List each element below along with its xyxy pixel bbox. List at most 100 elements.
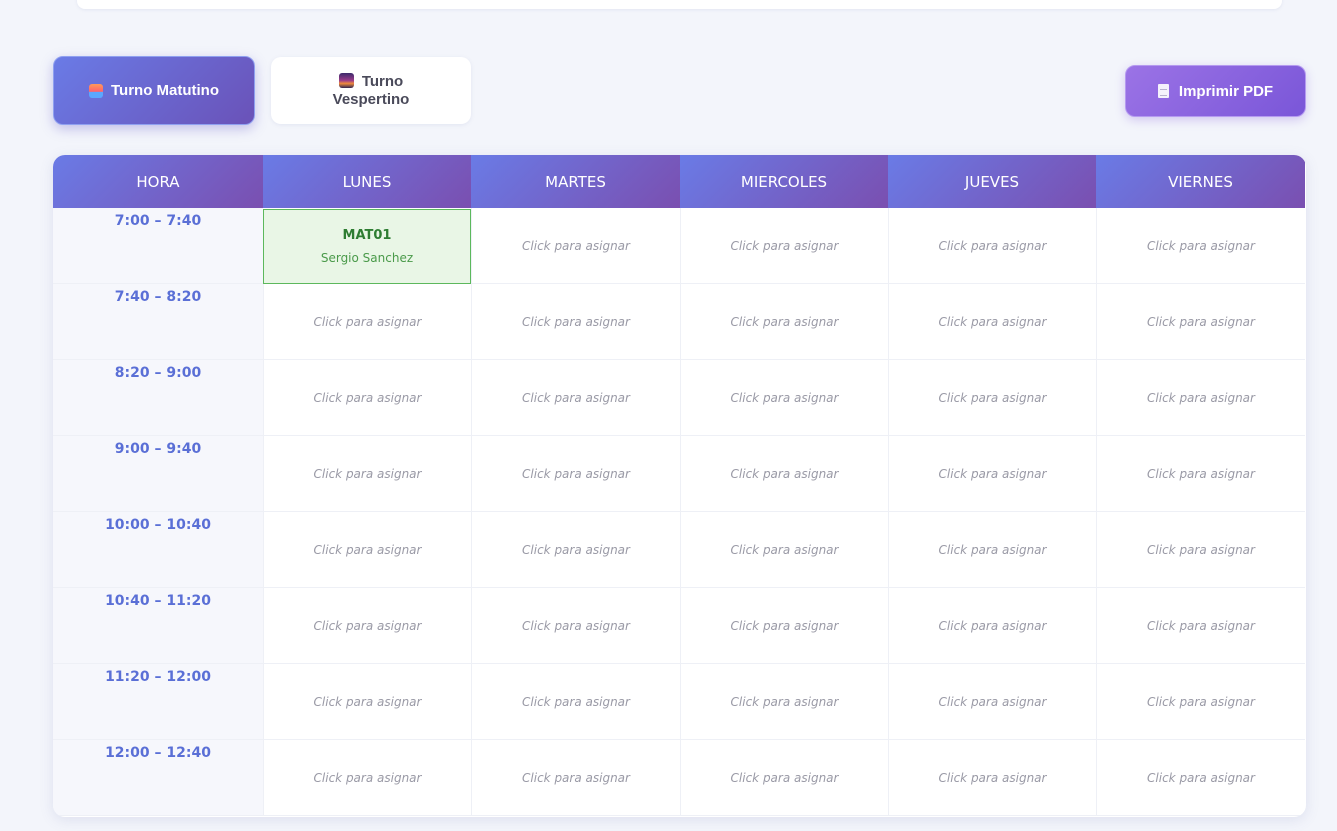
- empty-slot[interactable]: Click para asignar: [263, 664, 471, 740]
- assign-hint: Click para asignar: [313, 618, 422, 633]
- assign-hint: Click para asignar: [313, 466, 422, 481]
- assign-hint: Click para asignar: [938, 238, 1047, 253]
- empty-slot[interactable]: Click para asignar: [263, 360, 471, 436]
- empty-slot[interactable]: Click para asignar: [471, 360, 680, 436]
- assign-hint: Click para asignar: [313, 694, 422, 709]
- print-pdf-label: Imprimir PDF: [1178, 82, 1274, 100]
- empty-slot[interactable]: Click para asignar: [888, 208, 1096, 284]
- empty-slot[interactable]: Click para asignar: [471, 208, 680, 284]
- assign-hint: Click para asignar: [938, 542, 1047, 557]
- assign-hint: Click para asignar: [1147, 694, 1255, 709]
- empty-slot[interactable]: Click para asignar: [263, 436, 471, 512]
- assign-hint: Click para asignar: [730, 466, 839, 481]
- teacher-name: Sergio Sanchez: [320, 251, 414, 265]
- sunset-icon: [338, 72, 354, 88]
- assign-hint: Click para asignar: [313, 542, 422, 557]
- assign-hint: Click para asignar: [1147, 618, 1255, 633]
- empty-slot[interactable]: Click para asignar: [888, 360, 1096, 436]
- assign-hint: Click para asignar: [1147, 314, 1255, 329]
- time-slot-label: 12:00 – 12:40: [53, 740, 263, 816]
- empty-slot[interactable]: Click para asignar: [888, 740, 1096, 816]
- assign-hint: Click para asignar: [1147, 542, 1255, 557]
- assign-hint: Click para asignar: [1147, 390, 1255, 405]
- document-icon: [1157, 84, 1169, 98]
- empty-slot[interactable]: Click para asignar: [1096, 436, 1305, 512]
- empty-slot[interactable]: Click para asignar: [263, 284, 471, 360]
- table-header: HORA LUNES MARTES MIERCOLES JUEVES VIERN…: [53, 155, 1306, 208]
- afternoon-shift-button[interactable]: Turno Vespertino: [271, 57, 471, 124]
- print-pdf-button[interactable]: Imprimir PDF: [1125, 65, 1306, 117]
- time-slot-label: 8:20 – 9:00: [53, 360, 263, 436]
- table-row: 10:00 – 10:40 Click para asignar Click par…: [53, 512, 1306, 588]
- empty-slot[interactable]: Click para asignar: [680, 208, 888, 284]
- empty-slot[interactable]: Click para asignar: [680, 360, 888, 436]
- assign-hint: Click para asignar: [522, 618, 630, 633]
- assign-hint: Click para asignar: [730, 770, 839, 785]
- empty-slot[interactable]: Click para asignar: [1096, 588, 1305, 664]
- assign-hint: Click para asignar: [938, 390, 1047, 405]
- empty-slot[interactable]: Click para asignar: [1096, 664, 1305, 740]
- time-slot-label: 11:20 – 12:00: [53, 664, 263, 740]
- empty-slot[interactable]: Click para asignar: [680, 436, 888, 512]
- morning-shift-label: Turno Matutino: [110, 82, 220, 99]
- sunrise-icon: [88, 83, 103, 98]
- empty-slot[interactable]: Click para asignar: [1096, 360, 1305, 436]
- assign-hint: Click para asignar: [522, 390, 630, 405]
- assign-hint: Click para asignar: [938, 466, 1047, 481]
- empty-slot[interactable]: Click para asignar: [888, 284, 1096, 360]
- time-slot-label: 10:40 – 11:20: [53, 588, 263, 664]
- time-slot-label: 9:00 – 9:40: [53, 436, 263, 512]
- empty-slot[interactable]: Click para asignar: [471, 436, 680, 512]
- empty-slot[interactable]: Click para asignar: [680, 284, 888, 360]
- empty-slot[interactable]: Click para asignar: [471, 284, 680, 360]
- assign-hint: Click para asignar: [522, 314, 630, 329]
- assign-hint: Click para asignar: [522, 466, 630, 481]
- morning-shift-button[interactable]: Turno Matutino: [53, 56, 255, 125]
- top-card: [77, 0, 1282, 9]
- empty-slot[interactable]: Click para asignar: [1096, 740, 1305, 816]
- time-slot-label: 10:00 – 10:40: [53, 512, 263, 588]
- header-martes: MARTES: [471, 155, 680, 208]
- empty-slot[interactable]: Click para asignar: [680, 588, 888, 664]
- assign-hint: Click para asignar: [1147, 466, 1255, 481]
- table-row: 12:00 – 12:40 Click para asignar Click par…: [53, 740, 1306, 816]
- empty-slot[interactable]: Click para asignar: [1096, 284, 1305, 360]
- empty-slot[interactable]: Click para asignar: [888, 436, 1096, 512]
- assign-hint: Click para asignar: [522, 694, 630, 709]
- assign-hint: Click para asignar: [313, 770, 422, 785]
- empty-slot[interactable]: Click para asignar: [471, 664, 680, 740]
- empty-slot[interactable]: Click para asignar: [680, 740, 888, 816]
- empty-slot[interactable]: Click para asignar: [471, 588, 680, 664]
- empty-slot[interactable]: Click para asignar: [263, 512, 471, 588]
- empty-slot[interactable]: Click para asignar: [471, 740, 680, 816]
- empty-slot[interactable]: Click para asignar: [680, 512, 888, 588]
- assign-hint: Click para asignar: [522, 238, 630, 253]
- empty-slot[interactable]: Click para asignar: [888, 512, 1096, 588]
- empty-slot[interactable]: Click para asignar: [1096, 512, 1305, 588]
- assign-hint: Click para asignar: [730, 618, 839, 633]
- empty-slot[interactable]: Click para asignar: [888, 664, 1096, 740]
- empty-slot[interactable]: Click para asignar: [888, 588, 1096, 664]
- assign-hint: Click para asignar: [730, 542, 839, 557]
- empty-slot[interactable]: Click para asignar: [471, 512, 680, 588]
- assign-hint: Click para asignar: [1147, 770, 1255, 785]
- table-row: 10:40 – 11:20 Click para asignar Click par…: [53, 588, 1306, 664]
- subject-code: MAT01: [342, 228, 392, 243]
- table-row: 7:40 – 8:20 Click para asignar Click para …: [53, 284, 1306, 360]
- header-hora: HORA: [53, 155, 263, 208]
- assign-hint: Click para asignar: [522, 542, 630, 557]
- assign-hint: Click para asignar: [938, 770, 1047, 785]
- assigned-slot[interactable]: MAT01 Sergio Sanchez: [263, 209, 471, 284]
- empty-slot[interactable]: Click para asignar: [1096, 208, 1305, 284]
- assign-hint: Click para asignar: [730, 694, 839, 709]
- header-lunes: LUNES: [263, 155, 471, 208]
- assign-hint: Click para asignar: [313, 314, 422, 329]
- empty-slot[interactable]: Click para asignar: [263, 740, 471, 816]
- assign-hint: Click para asignar: [730, 390, 839, 405]
- header-viernes: VIERNES: [1096, 155, 1305, 208]
- empty-slot[interactable]: Click para asignar: [680, 664, 888, 740]
- table-row: 8:20 – 9:00 Click para asignar Click para …: [53, 360, 1306, 436]
- assign-hint: Click para asignar: [938, 694, 1047, 709]
- empty-slot[interactable]: Click para asignar: [263, 588, 471, 664]
- schedule-table: HORA LUNES MARTES MIERCOLES JUEVES VIERN…: [53, 155, 1306, 817]
